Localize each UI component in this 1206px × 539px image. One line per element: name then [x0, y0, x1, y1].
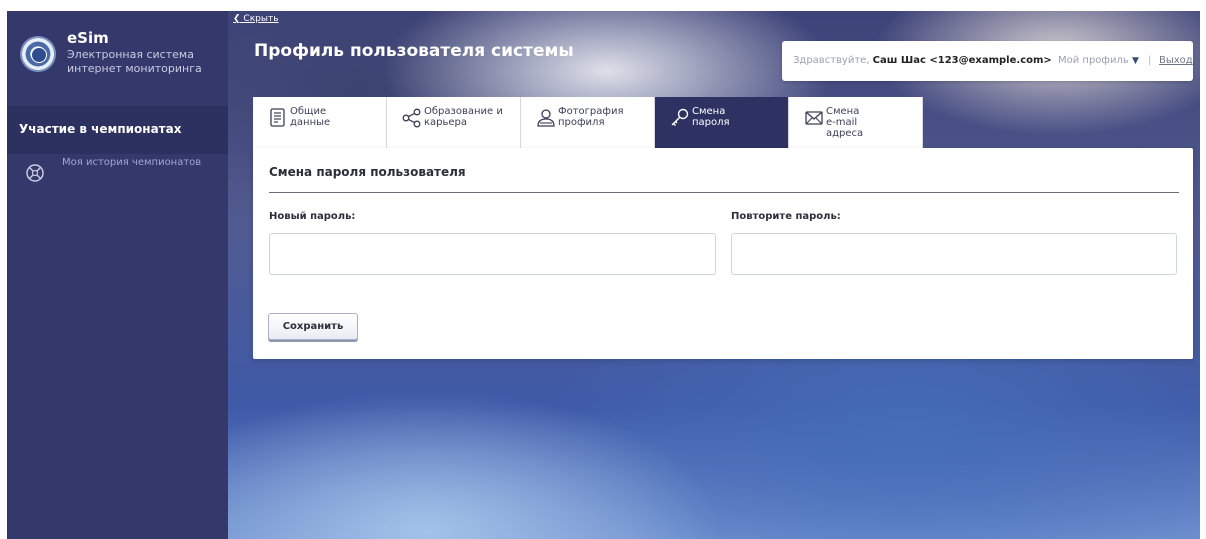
greeting-text: Здравствуйте, — [793, 55, 873, 66]
mail-icon — [805, 111, 823, 125]
tab-label: Образование и карьера — [424, 106, 503, 128]
new-password-label: Новый пароль: — [269, 211, 356, 222]
user-name: Саш Шас <123@example.com> — [872, 55, 1052, 66]
tab-label: Смена пароля — [692, 106, 730, 128]
tab-profile-photo[interactable]: Фотография профиля — [521, 97, 655, 150]
tab-general-data[interactable]: Общие данные — [253, 97, 387, 150]
my-profile-dropdown[interactable]: Мой профиль ▼ — [1058, 55, 1139, 66]
chevron-left-icon: ❮ — [233, 14, 244, 24]
hide-label: Скрыть — [243, 14, 279, 24]
greeting: Здравствуйте, Саш Шас <123@example.com> — [793, 55, 1052, 66]
tab-change-password[interactable]: Смена пароля — [655, 97, 789, 150]
app-frame: eSim Электронная система интернет монито… — [7, 11, 1200, 539]
sidebar: eSim Электронная система интернет монито… — [7, 11, 228, 539]
brand-title: eSim — [67, 29, 109, 47]
user-bar: Здравствуйте, Саш Шас <123@example.com> … — [782, 41, 1193, 81]
panel-title: Смена пароля пользователя — [269, 165, 466, 179]
page-title: Профиль пользователя системы — [254, 41, 574, 61]
esim-logo-icon — [20, 36, 56, 72]
hide-sidebar-link[interactable]: ❮ Скрыть — [233, 14, 279, 24]
tab-education-career[interactable]: Образование и карьера — [387, 97, 521, 150]
brand-subtitle: Электронная система интернет мониторинга — [67, 48, 202, 75]
user-photo-icon — [537, 109, 555, 127]
document-icon — [270, 108, 285, 127]
tab-label: Общие данные — [290, 106, 331, 128]
sidebar-item-label: Моя история чемпионатов — [62, 157, 202, 168]
my-profile-label: Мой профиль — [1058, 55, 1129, 66]
tab-label: Фотография профиля — [558, 106, 624, 128]
logout-link[interactable]: Выход — [1159, 55, 1193, 66]
key-icon — [671, 108, 689, 126]
divider — [269, 192, 1179, 193]
save-button[interactable]: Сохранить — [268, 313, 358, 340]
repeat-password-input[interactable] — [731, 233, 1177, 275]
brand[interactable]: eSim Электронная система интернет монито… — [20, 26, 225, 96]
sidebar-section-title: Участие в чемпионатах — [19, 122, 182, 136]
share-icon — [402, 108, 421, 128]
separator: | — [1148, 55, 1152, 66]
tab-change-email[interactable]: Смена e-mail адреса — [789, 97, 923, 150]
sidebar-item-championship-history[interactable]: Моя история чемпионатов — [7, 154, 228, 184]
repeat-password-label: Повторите пароль: — [731, 211, 841, 222]
chevron-down-icon: ▼ — [1131, 56, 1139, 66]
sidebar-section: Участие в чемпионатах — [7, 106, 228, 154]
tab-label: Смена e-mail адреса — [826, 106, 864, 139]
championship-icon — [26, 164, 44, 182]
new-password-input[interactable] — [269, 233, 716, 275]
change-password-panel: Смена пароля пользователя Новый пароль: … — [253, 148, 1193, 359]
